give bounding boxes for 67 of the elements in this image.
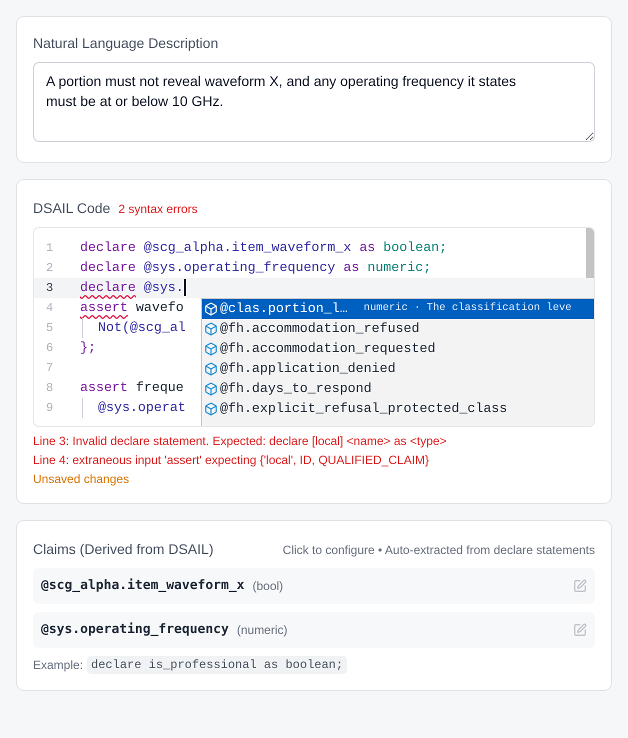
error-message: Line 3: Invalid declare statement. Expected: declare [local] <name> as <type> xyxy=(33,433,448,449)
suggestion-item[interactable]: @fh.accommodation_requested xyxy=(202,339,594,359)
claim-row[interactable]: @scg_alpha.item_waveform_x (bool) xyxy=(33,568,595,604)
description-field[interactable]: A portion must not reveal waveform X, and any operating frequency it states must be at or below 10 GHz. xyxy=(33,62,595,142)
suggestion-item[interactable]: @fh.accommodation_refused xyxy=(202,319,594,339)
code-token: as xyxy=(343,259,360,277)
edit-icon[interactable] xyxy=(573,623,587,637)
suggestion-item[interactable]: @clas.portion_l… numeric · The classification leve xyxy=(202,299,594,319)
code-token: }; xyxy=(80,339,96,357)
code-token: assert xyxy=(80,379,128,397)
cube-icon xyxy=(204,322,218,336)
claim-row[interactable]: @sys.operating_frequency (numeric) xyxy=(33,612,595,648)
code-token: freque xyxy=(136,379,184,397)
suggestion-item[interactable]: @fh.application_denied xyxy=(202,359,594,379)
suggestion-label: @fh.days_to_respond xyxy=(220,380,372,398)
claim-name: @sys.operating_frequency xyxy=(41,621,229,640)
line-number: 4 xyxy=(45,300,54,317)
cube-icon xyxy=(204,342,218,356)
code-token: @sys.operating_frequency xyxy=(144,259,336,277)
code-token: wavefo xyxy=(136,299,184,317)
code-editor[interactable] xyxy=(33,227,595,427)
code-token: boolean; xyxy=(383,239,448,257)
cube-icon xyxy=(204,362,218,376)
suggestion-label: @fh.application_denied xyxy=(220,360,396,378)
code-token: @scg_alpha.item_waveform_x xyxy=(144,239,352,257)
description-label: Natural Language Description xyxy=(33,34,220,53)
code-token: numeric; xyxy=(367,259,432,277)
suggestion-item[interactable]: @fh.days_to_respond xyxy=(202,379,594,399)
suggestion-detail: numeric · The classification leve xyxy=(364,301,572,316)
code-label: DSAIL Code xyxy=(33,199,110,218)
line-number: 6 xyxy=(45,340,54,357)
unsaved-status: Unsaved changes xyxy=(33,471,130,487)
edit-icon[interactable] xyxy=(573,579,587,593)
line-number: 2 xyxy=(45,260,54,277)
claims-title: Claims (Derived from DSAIL) xyxy=(33,540,214,559)
text-cursor xyxy=(184,279,186,296)
line-number: 8 xyxy=(45,380,54,397)
claim-type: (bool) xyxy=(252,578,284,595)
error-message: Line 4: extraneous input 'assert' expecting {'local', ID, QUALIFIED_CLAIM} xyxy=(33,452,430,468)
code-token: assert xyxy=(80,299,128,317)
suggestion-item[interactable]: @fh.explicit_refusal_protected_class xyxy=(202,399,594,419)
suggestion-label: @fh.accommodation_requested xyxy=(220,340,436,358)
code-token: as xyxy=(359,239,376,257)
code-token: declare xyxy=(80,239,136,257)
line-number: 5 xyxy=(45,320,54,337)
code-token: declare xyxy=(80,259,136,277)
claims-hint: Click to configure • Auto-extracted from declare statements xyxy=(282,542,595,559)
cube-icon xyxy=(204,382,218,396)
line-number: 3 xyxy=(45,280,54,297)
line-number: 9 xyxy=(45,400,54,417)
code-token: @sys. xyxy=(144,279,184,297)
code-token: Not(@scg_al xyxy=(98,319,186,337)
claim-type: (numeric) xyxy=(236,622,288,639)
example-label: Example: xyxy=(33,657,84,674)
cube-icon xyxy=(204,402,218,416)
code-token: @sys.operat xyxy=(98,399,186,417)
line-number: 1 xyxy=(45,240,54,257)
suggestion-label: @fh.accommodation_refused xyxy=(220,320,420,338)
claim-name: @scg_alpha.item_waveform_x xyxy=(41,577,244,596)
code-token: declare xyxy=(80,279,136,297)
cube-icon xyxy=(204,302,218,316)
line-number: 7 xyxy=(45,360,54,377)
suggestion-label: @fh.explicit_refusal_protected_class xyxy=(220,400,508,418)
scrollbar xyxy=(586,228,594,278)
example-code: declare is_professional as boolean; xyxy=(87,656,348,674)
suggestion-label: @clas.portion_l… xyxy=(220,300,348,318)
error-count: 2 syntax errors xyxy=(118,201,198,218)
